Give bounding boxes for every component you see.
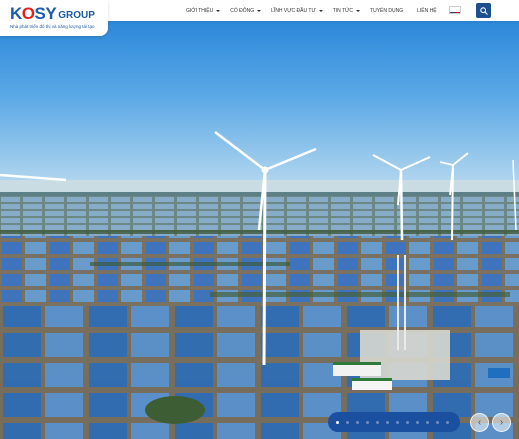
slider-dot[interactable] bbox=[436, 420, 439, 424]
main-nav: GIỚI THIỆU CỔ ĐÔNG LĨNH VỰC ĐẦU TƯ TIN T… bbox=[186, 5, 447, 16]
slider-next-button[interactable]: › bbox=[492, 413, 511, 432]
chevron-right-icon: › bbox=[499, 416, 504, 428]
nav-item-lien-he[interactable]: LIÊN HỆ bbox=[417, 8, 436, 14]
hero-image bbox=[0, 0, 519, 439]
chevron-down-icon bbox=[356, 9, 361, 12]
search-icon bbox=[479, 6, 488, 15]
logo[interactable]: KOSY GROUP Nhà phát triển đô thị và năng … bbox=[0, 0, 108, 36]
slider-dot[interactable] bbox=[346, 420, 349, 424]
nav-item-tuyen-dung[interactable]: TUYỂN DỤNG bbox=[370, 8, 403, 14]
slider-dot[interactable] bbox=[396, 420, 399, 424]
chevron-left-icon: ‹ bbox=[477, 416, 482, 428]
slider-dot[interactable] bbox=[386, 420, 389, 424]
search-button[interactable] bbox=[476, 3, 491, 18]
slider-dot[interactable] bbox=[376, 420, 379, 424]
slider-dot[interactable] bbox=[416, 420, 419, 424]
slider-dot[interactable] bbox=[336, 420, 339, 424]
logo-tagline: Nhà phát triển đô thị và năng lượng tái … bbox=[10, 24, 95, 29]
logo-wordmark: KOSY GROUP bbox=[10, 4, 95, 23]
slider-dot[interactable] bbox=[426, 420, 429, 424]
slider-dot[interactable] bbox=[366, 420, 369, 424]
slider-dot[interactable] bbox=[406, 420, 409, 424]
nav-item-linh-vuc-dau-tu[interactable]: LĨNH VỰC ĐẦU TƯ bbox=[271, 8, 323, 14]
slider-dot[interactable] bbox=[356, 420, 359, 424]
us-flag-icon[interactable] bbox=[449, 6, 461, 14]
chevron-down-icon bbox=[318, 9, 323, 12]
nav-item-gioi-thieu[interactable]: GIỚI THIỆU bbox=[186, 8, 221, 14]
nav-item-tin-tuc[interactable]: TIN TỨC bbox=[333, 8, 361, 14]
slider-pagination bbox=[328, 412, 460, 432]
nav-item-co-dong[interactable]: CỔ ĐÔNG bbox=[230, 8, 262, 14]
slider-dot[interactable] bbox=[446, 420, 449, 424]
slider-prev-button[interactable]: ‹ bbox=[470, 413, 489, 432]
chevron-down-icon bbox=[216, 9, 221, 12]
chevron-down-icon bbox=[257, 9, 262, 12]
